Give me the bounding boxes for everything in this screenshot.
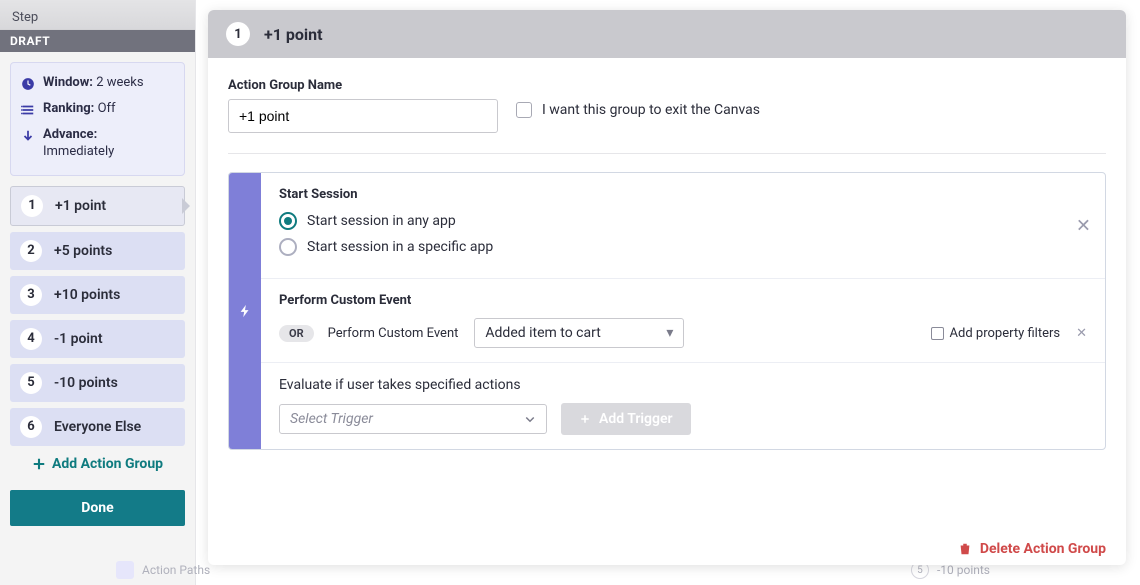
custom-event-title: Perform Custom Event — [279, 293, 1087, 308]
custom-event-section: Perform Custom Event OR Perform Custom E… — [261, 279, 1105, 363]
group-item-6[interactable]: 6 Everyone Else — [10, 408, 185, 446]
step-label: Step — [12, 10, 183, 25]
done-button[interactable]: Done — [10, 490, 185, 526]
canvas-node-label: Action Paths — [142, 563, 210, 577]
card-accent — [229, 173, 261, 449]
event-select-value: Added item to cart — [485, 325, 600, 341]
select-trigger-placeholder: Select Trigger — [290, 411, 373, 427]
group-label: +5 points — [54, 243, 112, 259]
group-label: -10 points — [54, 375, 118, 391]
group-item-3[interactable]: 3 +10 points — [10, 276, 185, 314]
action-group-name-input[interactable] — [228, 99, 498, 133]
group-number: 5 — [20, 372, 42, 394]
group-item-1[interactable]: 1 +1 point — [10, 186, 185, 226]
property-filter-label: Add property filters — [950, 326, 1061, 341]
exit-canvas-label: I want this group to exit the Canvas — [542, 102, 760, 118]
separator — [228, 153, 1106, 154]
delete-action-group-label: Delete Action Group — [980, 541, 1106, 557]
group-number: 1 — [21, 195, 43, 217]
add-trigger-button[interactable]: Add Trigger — [561, 403, 691, 435]
window-label: Window: — [43, 75, 93, 90]
group-item-5[interactable]: 5 -10 points — [10, 364, 185, 402]
plus-icon — [579, 413, 591, 425]
trash-icon — [958, 542, 972, 556]
evaluate-label: Evaluate if user takes specified actions — [279, 377, 1087, 393]
property-filter-checkbox[interactable] — [931, 327, 944, 340]
ranking-label: Ranking: — [43, 101, 94, 116]
group-number: 4 — [20, 328, 42, 350]
window-value: 2 weeks — [96, 75, 143, 90]
add-trigger-label: Add Trigger — [599, 411, 673, 427]
canvas-row-label: -10 points — [937, 563, 990, 577]
bolt-icon — [238, 304, 252, 318]
add-action-group-button[interactable]: Add Action Group — [10, 456, 185, 472]
group-number: 3 — [20, 284, 42, 306]
panel-header-title: +1 point — [264, 25, 323, 44]
action-group-name-label: Action Group Name — [228, 78, 498, 93]
radio-specific-app[interactable]: Start session in a specific app — [279, 238, 1087, 256]
event-select[interactable]: Added item to cart ▾ — [474, 318, 684, 348]
exit-canvas-checkbox[interactable] — [516, 102, 532, 118]
group-number: 6 — [20, 416, 42, 438]
group-number: 2 — [20, 240, 42, 262]
add-action-group-label: Add Action Group — [52, 456, 163, 472]
panel-body: Action Group Name I want this group to e… — [208, 58, 1126, 531]
action-group-panel: 1 +1 point Action Group Name I want this… — [208, 10, 1126, 565]
clock-icon — [21, 77, 35, 97]
caret-down-icon: ▾ — [666, 325, 673, 341]
plus-icon — [32, 457, 46, 471]
radio-icon — [279, 238, 297, 256]
perform-event-label: Perform Custom Event — [328, 326, 459, 341]
evaluate-section: Evaluate if user takes specified actions… — [261, 363, 1105, 449]
panel-header-number: 1 — [226, 22, 250, 46]
remove-section-button[interactable]: ✕ — [1076, 215, 1091, 236]
group-label: Everyone Else — [54, 419, 141, 435]
status-badge: DRAFT — [0, 30, 195, 52]
select-trigger[interactable]: Select Trigger — [279, 404, 547, 434]
group-item-4[interactable]: 4 -1 point — [10, 320, 185, 358]
delete-action-group-button[interactable]: Delete Action Group — [958, 541, 1106, 557]
radio-specific-label: Start session in a specific app — [307, 239, 493, 255]
chevron-down-icon — [524, 413, 536, 425]
trigger-card: Start Session Start session in any app S… — [228, 172, 1106, 450]
ranking-icon — [21, 103, 35, 123]
group-label: +10 points — [54, 287, 120, 303]
remove-event-button[interactable]: ✕ — [1076, 326, 1087, 341]
sidebar: Step DRAFT Window: 2 weeks Ranking: Off — [0, 0, 196, 585]
group-list: 1 +1 point 2 +5 points 3 +10 points 4 -1… — [0, 186, 195, 446]
or-badge: OR — [279, 325, 314, 342]
panel-header: 1 +1 point — [208, 10, 1126, 58]
advance-label: Advance: — [43, 127, 97, 142]
start-session-section: Start Session Start session in any app S… — [261, 173, 1105, 279]
radio-any-label: Start session in any app — [307, 213, 456, 229]
panel-footer: Delete Action Group — [208, 531, 1126, 565]
advance-icon — [21, 129, 35, 149]
group-item-2[interactable]: 2 +5 points — [10, 232, 185, 270]
group-label: +1 point — [55, 198, 106, 214]
step-meta: Window: 2 weeks Ranking: Off Advance: Imm… — [10, 62, 185, 176]
radio-any-app[interactable]: Start session in any app — [279, 212, 1087, 230]
start-session-title: Start Session — [279, 187, 1087, 202]
group-label: -1 point — [54, 331, 103, 347]
radio-icon — [279, 212, 297, 230]
sidebar-header: Step — [0, 0, 195, 30]
ranking-value: Off — [98, 101, 116, 116]
advance-value: Immediately — [43, 144, 114, 159]
